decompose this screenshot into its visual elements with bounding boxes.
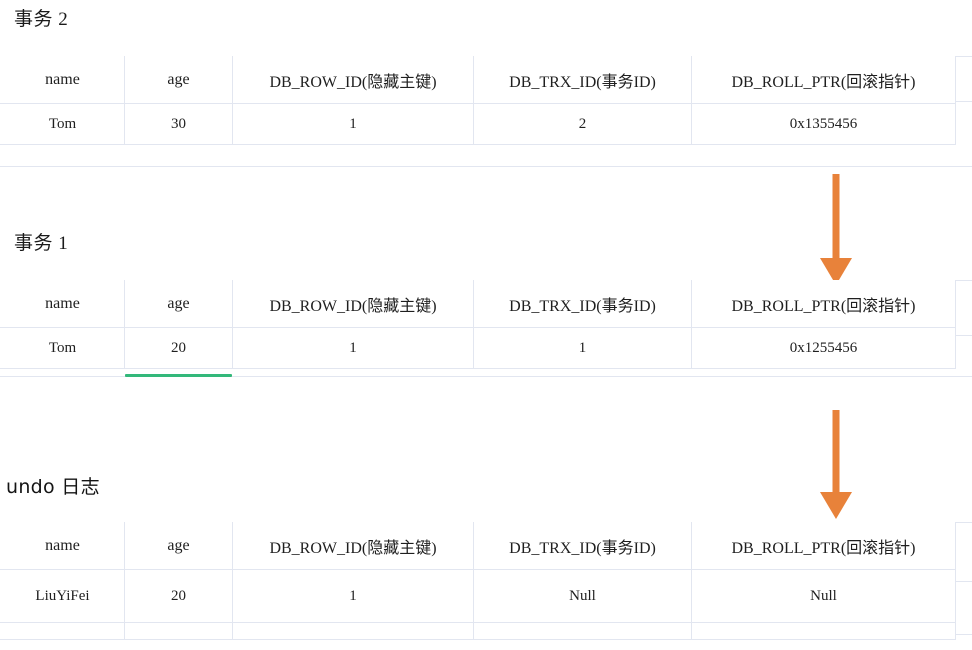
cell-db-row-id: 1 [232, 569, 474, 623]
cell-db-trx-id: 2 [473, 103, 692, 145]
column-header-db-roll-ptr: DB_ROLL_PTR(回滚指针) [691, 280, 956, 328]
cell-name: Tom [0, 327, 125, 369]
cell-db-trx-id-truncated [473, 622, 692, 640]
column-header-db-row-id: DB_ROW_ID(隐藏主键) [232, 56, 474, 104]
table-trx2: name age DB_ROW_ID(隐藏主键) DB_TRX_ID(事务ID)… [0, 56, 956, 145]
column-header-name: name [0, 280, 125, 328]
cell-age-truncated [124, 622, 233, 640]
table-undo-log: name age DB_ROW_ID(隐藏主键) DB_TRX_ID(事务ID)… [0, 522, 956, 640]
table-trx1: name age DB_ROW_ID(隐藏主键) DB_TRX_ID(事务ID)… [0, 280, 956, 369]
cell-db-roll-ptr: Null [691, 569, 956, 623]
column-header-db-row-id: DB_ROW_ID(隐藏主键) [232, 522, 474, 570]
table-row: Tom 20 1 1 0x1255456 [0, 327, 956, 369]
table-row: Tom 30 1 2 0x1355456 [0, 103, 956, 145]
column-header-db-roll-ptr: DB_ROLL_PTR(回滚指针) [691, 522, 956, 570]
column-header-age: age [124, 280, 233, 328]
column-header-name: name [0, 522, 125, 570]
table-header-row: name age DB_ROW_ID(隐藏主键) DB_TRX_ID(事务ID)… [0, 56, 956, 104]
cell-db-trx-id: Null [473, 569, 692, 623]
column-header-db-row-id: DB_ROW_ID(隐藏主键) [232, 280, 474, 328]
column-header-age: age [124, 56, 233, 104]
table-header-row: name age DB_ROW_ID(隐藏主键) DB_TRX_ID(事务ID)… [0, 522, 956, 570]
cell-db-row-id-truncated [232, 622, 474, 640]
column-header-age: age [124, 522, 233, 570]
table-row-truncated [0, 622, 956, 640]
cell-name-truncated [0, 622, 125, 640]
section-title-undo-log: undo 日志 [6, 476, 100, 498]
cell-db-row-id: 1 [232, 327, 474, 369]
section-title-trx2: 事务 2 [14, 9, 69, 30]
cell-age: 30 [124, 103, 233, 145]
cell-name: Tom [0, 103, 125, 145]
cell-db-roll-ptr: 0x1255456 [691, 327, 956, 369]
cell-age: 20 [124, 327, 233, 369]
arrow-down-trx1-to-undo [800, 408, 872, 520]
table-row: LiuYiFei 20 1 Null Null [0, 569, 956, 623]
mvcc-diagram: 事务 2 name age DB_ROW_ID(隐藏主键) DB_TRX_ID(… [0, 0, 972, 650]
column-header-name: name [0, 56, 125, 104]
age-cell-highlight-underline [125, 374, 232, 377]
section-title-trx1: 事务 1 [14, 233, 69, 254]
cell-db-roll-ptr: 0x1355456 [691, 103, 956, 145]
cell-db-row-id: 1 [232, 103, 474, 145]
table-bottom-rule-trx2 [0, 166, 972, 167]
cell-db-roll-ptr-truncated [691, 622, 956, 640]
cell-db-trx-id: 1 [473, 327, 692, 369]
arrow-down-trx2-to-trx1 [800, 172, 872, 286]
column-header-db-roll-ptr: DB_ROLL_PTR(回滚指针) [691, 56, 956, 104]
column-header-db-trx-id: DB_TRX_ID(事务ID) [473, 56, 692, 104]
cell-age: 20 [124, 569, 233, 623]
column-header-db-trx-id: DB_TRX_ID(事务ID) [473, 280, 692, 328]
column-header-db-trx-id: DB_TRX_ID(事务ID) [473, 522, 692, 570]
table-header-row: name age DB_ROW_ID(隐藏主键) DB_TRX_ID(事务ID)… [0, 280, 956, 328]
cell-name: LiuYiFei [0, 569, 125, 623]
